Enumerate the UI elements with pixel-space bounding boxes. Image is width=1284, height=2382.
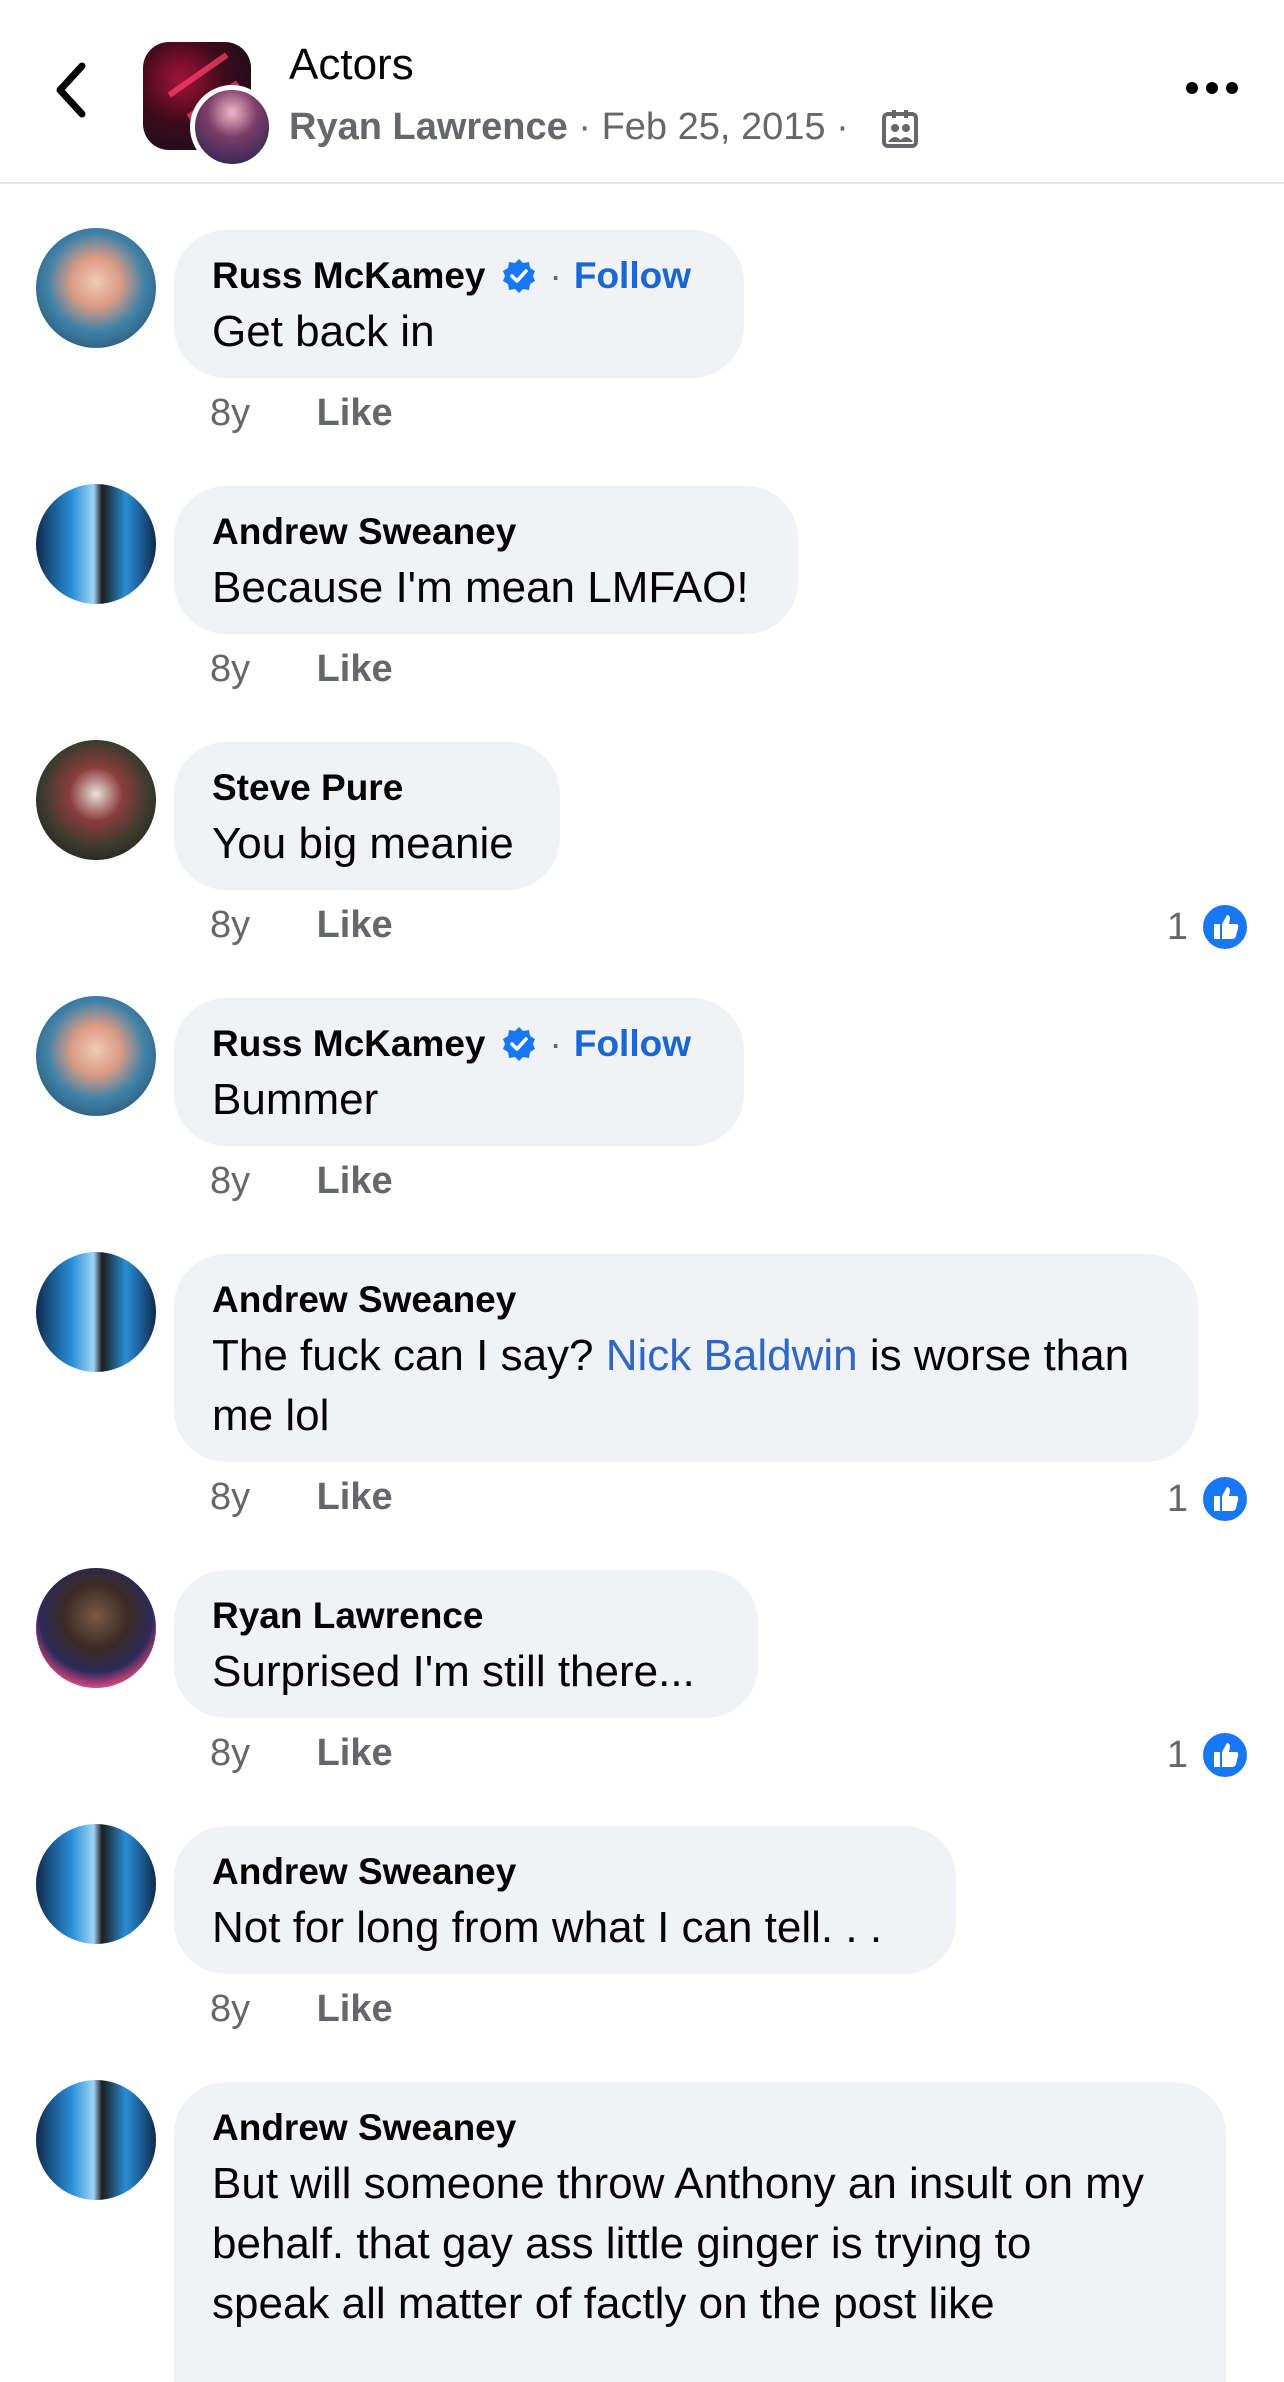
comment-time[interactable]: 8y — [210, 648, 306, 691]
comment-text: Not for long from what I can tell. . . — [212, 1903, 883, 1952]
comment-actions: 8y Like — [210, 904, 393, 947]
like-button[interactable]: Like — [317, 1160, 393, 1202]
comment-actions: 8y Like — [210, 1160, 393, 1203]
comment-author[interactable]: Andrew Sweaney — [212, 2102, 516, 2154]
comment-text: You big meanie — [212, 819, 514, 868]
comment-time[interactable]: 8y — [210, 392, 306, 435]
like-button[interactable]: Like — [317, 1476, 393, 1518]
comment-text: Surprised I'm still there... — [212, 1647, 695, 1696]
comment-author[interactable]: Steve Pure — [212, 762, 403, 814]
comment-bubble[interactable]: Andrew Sweaney But will someone throw An… — [174, 2082, 1226, 2382]
comment-text: Because I'm mean LMFAO! — [212, 563, 749, 612]
avatar[interactable] — [36, 228, 156, 348]
avatar[interactable] — [36, 484, 156, 604]
like-button[interactable]: Like — [317, 1988, 393, 2030]
group-members-icon — [882, 110, 918, 148]
reaction-summary[interactable]: 1 — [1167, 1730, 1250, 1780]
comment-time[interactable]: 8y — [210, 1988, 306, 2031]
more-horizontal-icon[interactable] — [1184, 78, 1240, 98]
reaction-count: 1 — [1166, 1733, 1188, 1776]
comment-text-part: is worse than — [857, 1331, 1130, 1380]
comment-author[interactable]: Russ McKamey — [212, 1018, 486, 1070]
comment-bubble[interactable]: Russ McKamey · Follow Get back in — [174, 230, 744, 378]
comment-time[interactable]: 8y — [210, 1160, 306, 1203]
comment-bubble[interactable]: Ryan Lawrence Surprised I'm still there.… — [174, 1570, 758, 1718]
avatar[interactable] — [36, 740, 156, 860]
comment-actions: 8y Like — [210, 1988, 393, 2031]
like-button[interactable]: Like — [317, 1732, 393, 1774]
follow-button[interactable]: Follow — [574, 250, 691, 302]
separator: · — [578, 106, 592, 148]
separator: · — [836, 106, 849, 148]
reaction-summary[interactable]: 1 — [1167, 902, 1250, 952]
post-date: Feb 25, 2015 — [601, 106, 826, 148]
separator: · — [549, 255, 562, 296]
like-reaction-icon — [1201, 1731, 1249, 1779]
like-button[interactable]: Like — [317, 648, 393, 690]
comment-text-part: speak all matter of factly on the post l… — [212, 2279, 995, 2328]
separator: · — [549, 1023, 562, 1064]
comment-author[interactable]: Russ McKamey — [212, 250, 486, 302]
post-header: Actors Ryan Lawrence · Feb 25, 2015 · — [0, 0, 1284, 184]
comment-author[interactable]: Andrew Sweaney — [212, 1274, 516, 1326]
reaction-summary[interactable]: 1 — [1167, 1474, 1250, 1524]
comment-author[interactable]: Ryan Lawrence — [212, 1590, 483, 1642]
comment-time[interactable]: 8y — [210, 1476, 306, 1519]
comment-actions: 8y Like — [210, 648, 393, 691]
comment-author[interactable]: Andrew Sweaney — [212, 506, 516, 558]
comment-bubble[interactable]: Andrew Sweaney Because I'm mean LMFAO! — [174, 486, 798, 634]
comment-text: The fuck can I say? Nick Baldwin is wors… — [212, 1326, 1160, 1446]
like-reaction-icon — [1201, 1475, 1249, 1523]
post-author[interactable]: Ryan Lawrence — [289, 106, 568, 148]
comment-text: Get back in — [212, 307, 435, 356]
reaction-count: 1 — [1166, 1477, 1188, 1520]
mention-link[interactable]: Nick Baldwin — [606, 1331, 858, 1380]
comment-text-part: me lol — [212, 1391, 330, 1440]
avatar[interactable] — [36, 996, 156, 1116]
comment-bubble[interactable]: Andrew Sweaney The fuck can I say? Nick … — [174, 1254, 1198, 1462]
group-title[interactable]: Actors — [289, 40, 414, 90]
verified-badge-icon — [502, 1027, 535, 1061]
like-button[interactable]: Like — [317, 904, 393, 946]
post-subtitle: Ryan Lawrence · Feb 25, 2015 · — [289, 106, 849, 149]
like-button[interactable]: Like — [317, 392, 393, 434]
comment-time[interactable]: 8y — [210, 1732, 306, 1775]
follow-button[interactable]: Follow — [574, 1018, 691, 1070]
avatar[interactable] — [36, 1252, 156, 1372]
comment-bubble[interactable]: Russ McKamey · Follow Bummer — [174, 998, 744, 1146]
comment-bubble[interactable]: Steve Pure You big meanie — [174, 742, 560, 890]
like-reaction-icon — [1201, 903, 1249, 951]
comment-text: But will someone throw Anthony an insult… — [212, 2154, 1188, 2334]
author-avatar[interactable] — [190, 85, 274, 169]
comment-text-part: behalf. that gay ass little ginger is tr… — [212, 2219, 1032, 2268]
comment-bubble[interactable]: Andrew Sweaney Not for long from what I … — [174, 1826, 956, 1974]
chevron-left-icon[interactable] — [48, 58, 98, 122]
comment-text: Bummer — [212, 1075, 379, 1124]
verified-badge-icon — [502, 259, 535, 293]
avatar[interactable] — [36, 2080, 156, 2200]
comment-actions: 8y Like — [210, 1732, 393, 1775]
avatar[interactable] — [36, 1568, 156, 1688]
comment-time[interactable]: 8y — [210, 904, 306, 947]
reaction-count: 1 — [1166, 905, 1188, 948]
comment-author[interactable]: Andrew Sweaney — [212, 1846, 516, 1898]
avatar[interactable] — [36, 1824, 156, 1944]
comment-actions: 8y Like — [210, 1476, 393, 1519]
comment-text-part: But will someone throw Anthony an insult… — [212, 2159, 1144, 2208]
comment-text-part: The fuck can I say? — [212, 1331, 606, 1380]
comment-actions: 8y Like — [210, 392, 393, 435]
